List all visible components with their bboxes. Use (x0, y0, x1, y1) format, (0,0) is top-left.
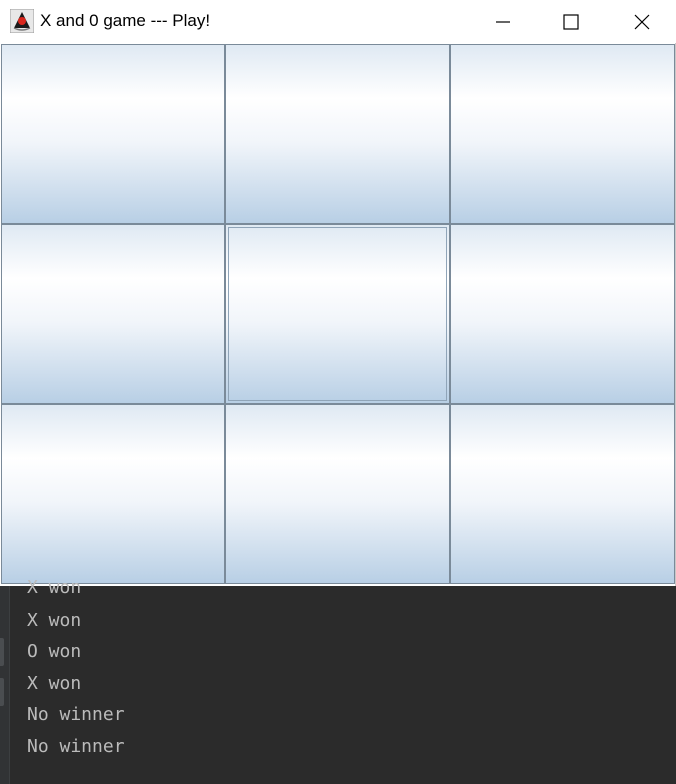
close-icon (634, 14, 650, 29)
console-line: O won (27, 641, 82, 662)
gutter-marker (0, 638, 4, 666)
board-cell-7[interactable] (1, 404, 225, 584)
window-title: X and 0 game --- Play! (40, 11, 211, 30)
board-cell-2[interactable] (225, 44, 450, 224)
console-line: X won (27, 577, 82, 598)
board-cell-8[interactable] (225, 404, 450, 584)
minimize-button[interactable] (480, 0, 526, 43)
gutter-marker (0, 678, 4, 706)
board-cell-5[interactable] (225, 224, 450, 404)
maximize-icon (563, 13, 579, 30)
game-window: X and 0 game --- Play! (0, 0, 676, 586)
board-cell-3[interactable] (450, 44, 675, 224)
title-bar[interactable]: X and 0 game --- Play! (0, 0, 676, 43)
board-cell-1[interactable] (1, 44, 225, 224)
game-board (1, 44, 675, 584)
board-cell-9[interactable] (450, 404, 675, 584)
console-line: No winner (27, 704, 125, 725)
console-output[interactable]: X won X won O won X won No winner No win… (0, 578, 676, 784)
board-cell-4[interactable] (1, 224, 225, 404)
console-gutter (0, 586, 10, 784)
java-duke-icon (10, 9, 34, 33)
console-line: No winner (27, 736, 125, 757)
console-line: X won (27, 673, 82, 694)
maximize-button[interactable] (548, 0, 594, 43)
minimize-icon (496, 20, 510, 23)
close-button[interactable] (619, 0, 665, 43)
board-cell-6[interactable] (450, 224, 675, 404)
console-line: X won (27, 610, 82, 631)
